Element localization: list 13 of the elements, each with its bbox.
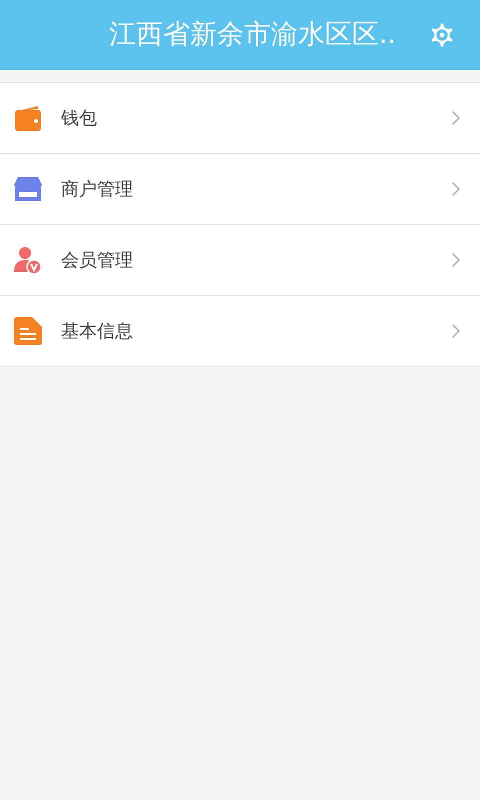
menu-item[interactable]: 商户管理 <box>0 153 480 224</box>
menu-label: 钱包 <box>61 106 98 130</box>
menu-label: 商户管理 <box>61 178 134 202</box>
menu-item[interactable]: 钱包 <box>0 82 480 153</box>
menu-item[interactable]: 基本信息 <box>0 295 480 366</box>
menu-label: 会员管理 <box>61 248 134 272</box>
member-icon <box>14 246 42 274</box>
header-title: 江西省新余市渝水区区.. <box>108 18 396 52</box>
store-icon <box>14 177 42 201</box>
wallet-icon <box>14 104 42 132</box>
menu-item[interactable]: 会员管理 <box>0 224 480 295</box>
document-icon <box>14 317 42 345</box>
menu-label: 基本信息 <box>61 320 134 344</box>
